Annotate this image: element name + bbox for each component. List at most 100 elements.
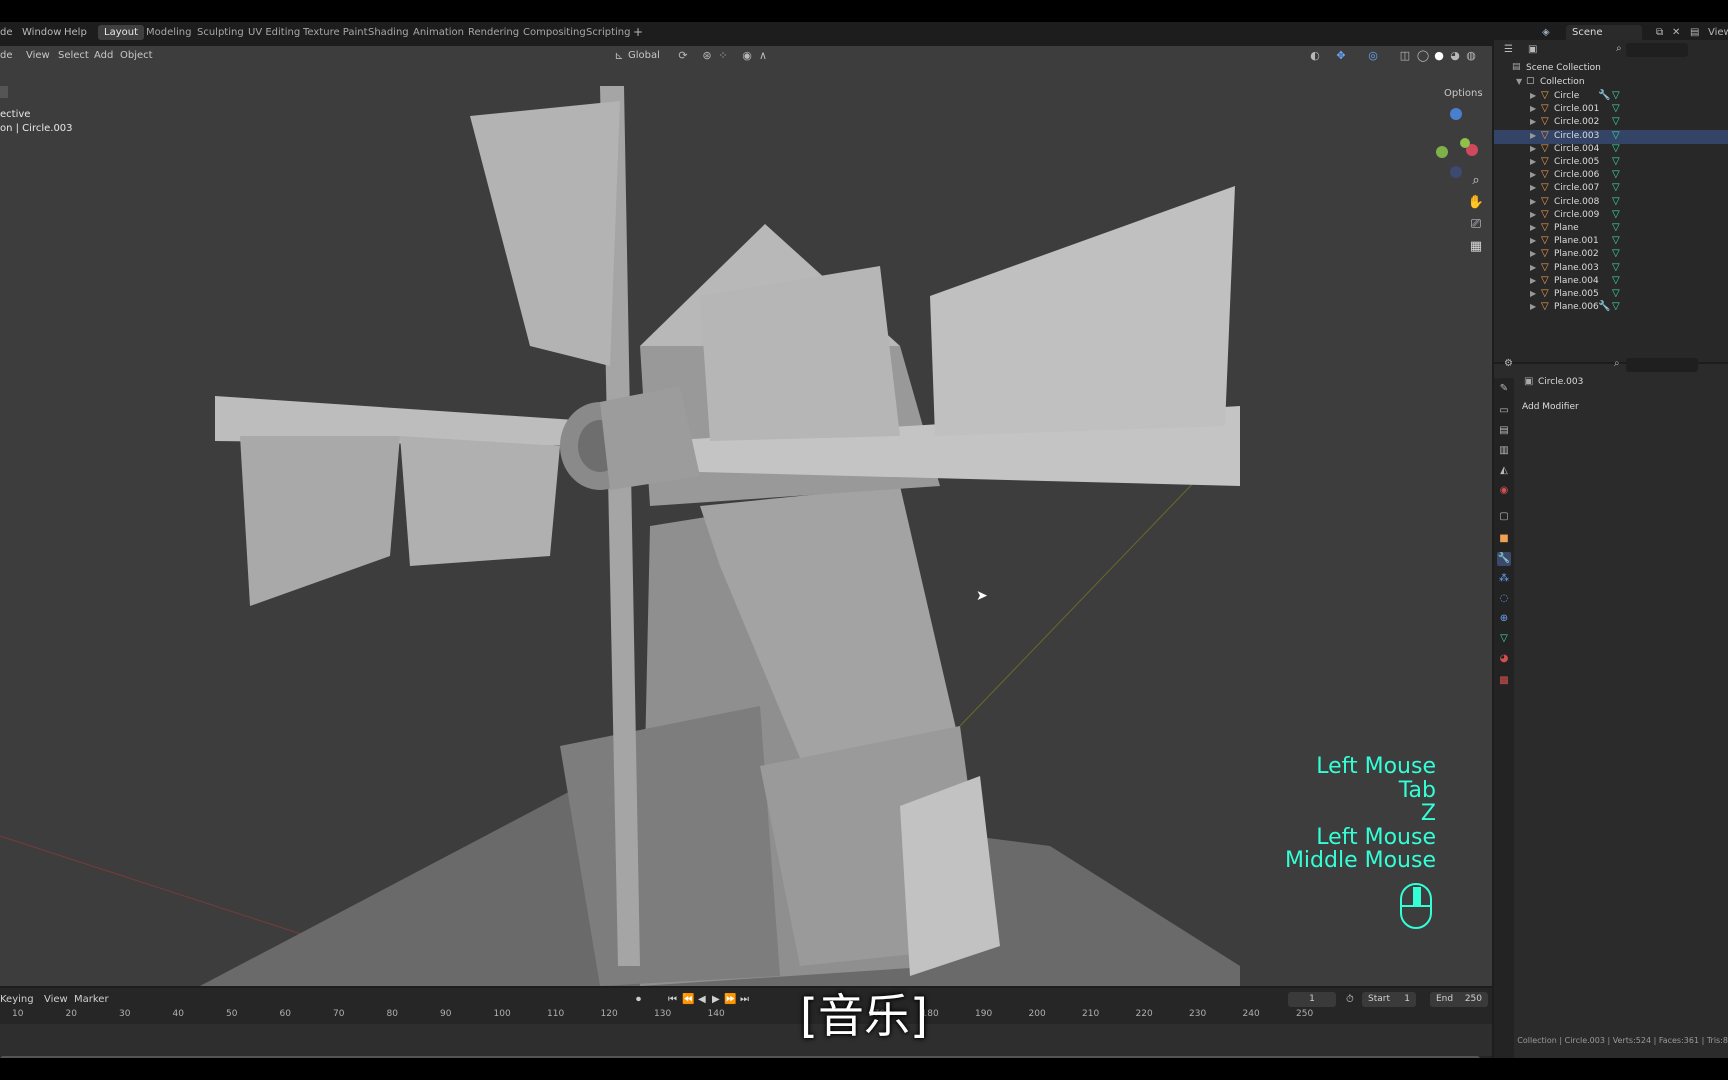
outliner-item[interactable]: ▶ ▽ Plane ▽ bbox=[1494, 222, 1728, 236]
outliner-search-input[interactable] bbox=[1626, 43, 1688, 57]
pivot-point-icon[interactable]: ⟳ bbox=[676, 49, 690, 63]
tool-tab-icon[interactable]: ✎ bbox=[1497, 382, 1511, 396]
zoom-icon[interactable]: ⌕ bbox=[1467, 172, 1485, 190]
display-mode-icon[interactable]: ▣ bbox=[1528, 44, 1537, 55]
toolbar-toggle[interactable] bbox=[0, 86, 8, 98]
transform-orientation-dropdown[interactable]: Global bbox=[628, 50, 660, 61]
new-scene-icon[interactable]: ⧉ bbox=[1656, 27, 1663, 38]
xray-icon[interactable]: ◫ bbox=[1398, 49, 1412, 63]
outliner-item[interactable]: ▶ ▽ Plane.006 🔧 ▽ bbox=[1494, 301, 1728, 315]
proportional-edit-icon[interactable]: ◉ bbox=[740, 49, 754, 63]
menu-object[interactable]: Object bbox=[120, 50, 153, 61]
scene-selector[interactable]: Scene bbox=[1566, 25, 1642, 41]
visibility-icon[interactable]: ◐ bbox=[1308, 49, 1322, 63]
delete-scene-icon[interactable]: ✕ bbox=[1672, 27, 1680, 38]
camera-view-icon[interactable]: ⎚ bbox=[1467, 216, 1485, 234]
world-tab-icon[interactable]: ◉ bbox=[1497, 484, 1511, 498]
expand-arrow-icon[interactable]: ▶ bbox=[1530, 157, 1536, 166]
outliner-item[interactable]: ▶ ▽ Circle.008 ▽ bbox=[1494, 196, 1728, 210]
data-tab-icon[interactable]: ▽ bbox=[1497, 632, 1511, 646]
tab-modeling[interactable]: Modeling bbox=[140, 25, 198, 40]
collection-tab-icon[interactable]: ▢ bbox=[1497, 510, 1511, 524]
add-workspace-button[interactable]: + bbox=[633, 25, 643, 39]
modifier-tab-icon[interactable]: 🔧 bbox=[1497, 552, 1511, 566]
outliner-item[interactable]: ▶ ▽ Circle.002 ▽ bbox=[1494, 116, 1728, 130]
collection-row[interactable]: ▼ ▢ Collection bbox=[1494, 76, 1728, 90]
snap-icon[interactable]: ⊛ bbox=[700, 49, 714, 63]
scene-tab-icon[interactable]: ◭ bbox=[1497, 464, 1511, 478]
outliner-item[interactable]: ▶ ▽ Plane.005 ▽ bbox=[1494, 288, 1728, 302]
output-tab-icon[interactable]: ▤ bbox=[1497, 424, 1511, 438]
gizmo-toggle-icon[interactable]: ✥ bbox=[1334, 49, 1348, 63]
tab-layout[interactable]: Layout bbox=[98, 25, 144, 40]
expand-arrow-icon[interactable]: ▶ bbox=[1530, 144, 1536, 153]
menu-help[interactable]: Help bbox=[64, 27, 87, 38]
tab-scripting[interactable]: Scripting bbox=[580, 25, 636, 40]
outliner-item[interactable]: ▶ ▽ Circle.001 ▽ bbox=[1494, 103, 1728, 117]
expand-arrow-icon[interactable]: ▶ bbox=[1530, 263, 1536, 272]
expand-arrow-icon[interactable]: ▶ bbox=[1530, 223, 1536, 232]
outliner-item[interactable]: ▶ ▽ Plane.002 ▽ bbox=[1494, 248, 1728, 262]
perspective-grid-icon[interactable]: ▦ bbox=[1467, 238, 1485, 256]
shading-wireframe-icon[interactable]: ◯ bbox=[1416, 49, 1430, 63]
mode-selector[interactable]: de bbox=[0, 50, 13, 61]
view-layer-tab-icon[interactable]: ▥ bbox=[1497, 444, 1511, 458]
particles-tab-icon[interactable]: ⁂ bbox=[1497, 572, 1511, 586]
gizmo-y-axis[interactable] bbox=[1436, 146, 1448, 158]
falloff-icon[interactable]: ∧ bbox=[756, 49, 770, 63]
constraints-tab-icon[interactable]: ⊕ bbox=[1497, 612, 1511, 626]
expand-arrow-icon[interactable]: ▶ bbox=[1530, 104, 1536, 113]
expand-arrow-icon[interactable]: ▶ bbox=[1530, 210, 1536, 219]
render-tab-icon[interactable]: ▭ bbox=[1497, 404, 1511, 418]
expand-arrow-icon[interactable]: ▶ bbox=[1530, 236, 1536, 245]
menu-add[interactable]: Add bbox=[94, 50, 113, 61]
outliner-item[interactable]: ▶ ▽ Circle.007 ▽ bbox=[1494, 182, 1728, 196]
gizmo-z-negative[interactable] bbox=[1450, 166, 1462, 178]
shading-material-icon[interactable]: ◕ bbox=[1448, 49, 1462, 63]
options-dropdown[interactable]: Options bbox=[1444, 88, 1483, 99]
timeline-scrollbar[interactable] bbox=[0, 1056, 1480, 1058]
shading-solid-icon[interactable]: ● bbox=[1432, 49, 1446, 63]
texture-tab-icon[interactable]: ▩ bbox=[1497, 674, 1511, 688]
expand-arrow-icon[interactable]: ▶ bbox=[1530, 302, 1536, 311]
outliner-item[interactable]: ▶ ▽ Circle.009 ▽ bbox=[1494, 209, 1728, 223]
menu-window[interactable]: Window bbox=[22, 27, 61, 38]
expand-arrow-icon[interactable]: ▶ bbox=[1530, 276, 1536, 285]
scene-collection-row[interactable]: ▤ Scene Collection bbox=[1494, 62, 1728, 76]
properties-editor-icon[interactable]: ⚙ bbox=[1504, 358, 1513, 369]
tab-sculpting[interactable]: Sculpting bbox=[191, 25, 250, 40]
outliner-item[interactable]: ▶ ▽ Plane.001 ▽ bbox=[1494, 235, 1728, 249]
outliner-item[interactable]: ▶ ▽ Circle.003 ▽ bbox=[1494, 129, 1728, 144]
expand-arrow-icon[interactable]: ▶ bbox=[1530, 289, 1536, 298]
menu-select[interactable]: Select bbox=[58, 50, 89, 61]
outliner-item[interactable]: ▶ ▽ Circle.004 ▽ bbox=[1494, 143, 1728, 157]
outliner-item[interactable]: ▶ ▽ Circle 🔧 ▽ bbox=[1494, 90, 1728, 104]
3d-viewport[interactable]: de View Select Add Object ⊾ Global ⟳ ⊛ ⁘… bbox=[0, 46, 1492, 986]
outliner-editor-icon[interactable]: ☰ bbox=[1504, 44, 1513, 55]
outliner-item[interactable]: ▶ ▽ Plane.004 ▽ bbox=[1494, 275, 1728, 289]
expand-arrow-icon[interactable]: ▶ bbox=[1530, 183, 1536, 192]
menu-view[interactable]: View bbox=[26, 50, 50, 61]
menu-file-partial[interactable]: de bbox=[0, 27, 13, 38]
expand-arrow-icon[interactable]: ▶ bbox=[1530, 170, 1536, 179]
gizmo-z-axis[interactable] bbox=[1450, 108, 1462, 120]
outliner-item[interactable]: ▶ ▽ Circle.005 ▽ bbox=[1494, 156, 1728, 170]
outliner-item[interactable]: ▶ ▽ Plane.003 ▽ bbox=[1494, 262, 1728, 276]
add-modifier-button[interactable]: Add Modifier bbox=[1522, 400, 1718, 416]
expand-arrow-icon[interactable]: ▶ bbox=[1530, 91, 1536, 100]
material-tab-icon[interactable]: ◕ bbox=[1497, 652, 1511, 666]
tab-animation[interactable]: Animation bbox=[407, 25, 470, 40]
outliner-item[interactable]: ▶ ▽ Circle.006 ▽ bbox=[1494, 169, 1728, 183]
shading-rendered-icon[interactable]: ◍ bbox=[1464, 49, 1478, 63]
view-layer-name[interactable]: View bbox=[1708, 27, 1728, 38]
outliner-search-icon[interactable]: ⌕ bbox=[1616, 43, 1622, 54]
properties-search-input[interactable] bbox=[1626, 358, 1698, 372]
overlays-icon[interactable]: ◎ bbox=[1366, 49, 1380, 63]
pan-hand-icon[interactable]: ✋ bbox=[1467, 194, 1485, 212]
collection-expand-icon[interactable]: ▼ bbox=[1516, 77, 1522, 86]
object-tab-icon[interactable]: ■ bbox=[1497, 532, 1511, 546]
snap-target-icon[interactable]: ⁘ bbox=[716, 49, 730, 63]
gizmo-y-positive[interactable] bbox=[1460, 138, 1470, 148]
tab-rendering[interactable]: Rendering bbox=[462, 25, 525, 40]
properties-search-icon[interactable]: ⌕ bbox=[1614, 358, 1620, 369]
